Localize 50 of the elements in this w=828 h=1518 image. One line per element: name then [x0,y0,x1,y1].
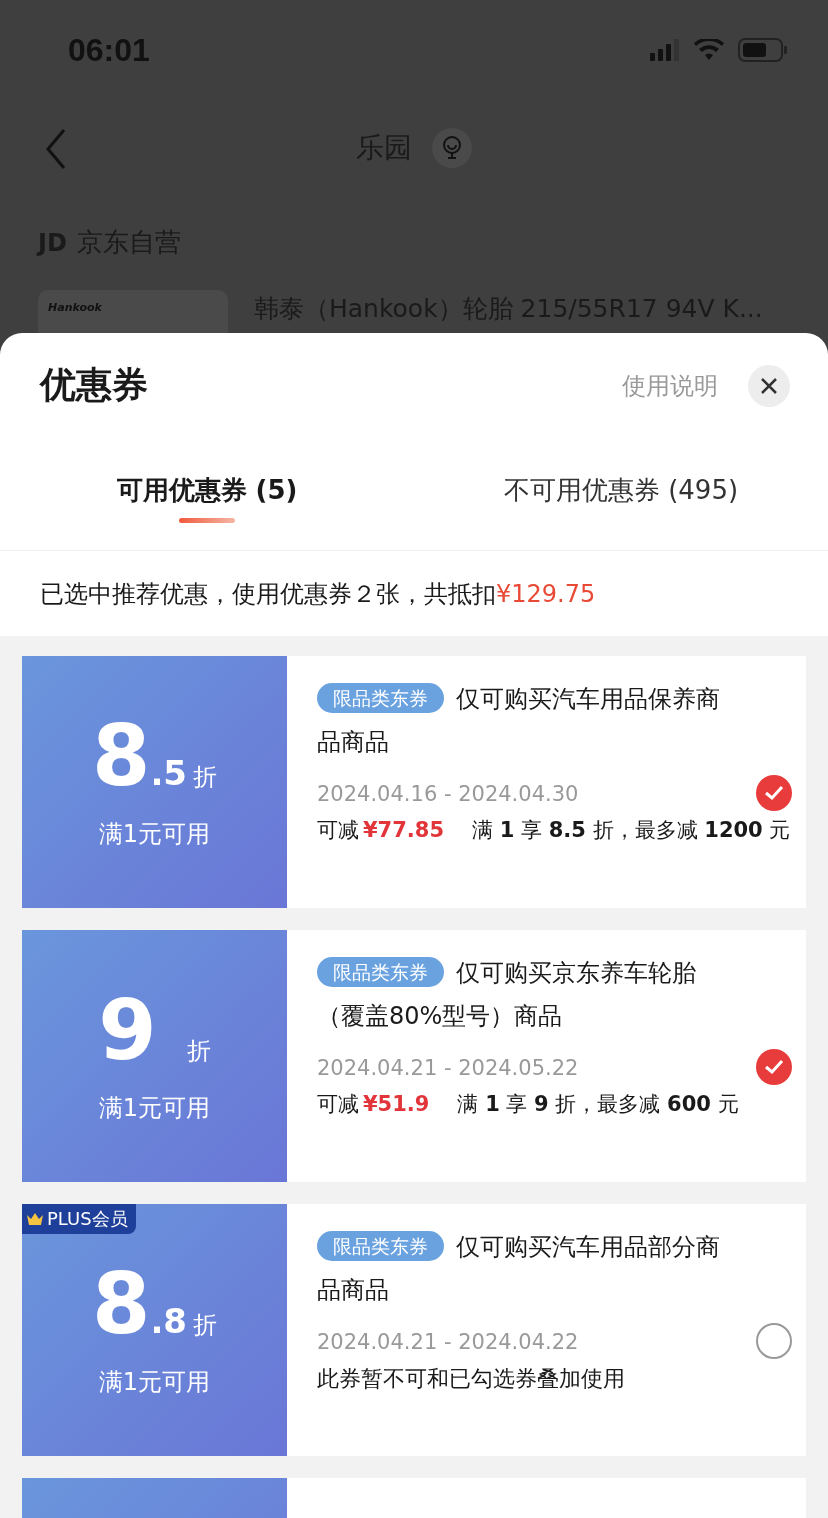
validity-dates: 2024.04.21 - 2024.05.22 [317,1056,580,1080]
category-tag: 限品类东券 [317,957,444,987]
coupon-condition: 满1元可用 [98,1093,211,1124]
coupon-card[interactable]: PLUS会员 8.8 折 满1元可用 限品类东券 仅可购买汽车用品部分商品商品 2024.04.21 - 2024.04.22 此券暂不可和已勾选券叠加使用 [22,1204,806,1456]
coupon-condition: 满1元可用 [98,819,211,850]
savings-amount: ¥51.9 [363,1092,430,1116]
validity-dates: 2024.04.21 - 2024.04.22 [317,1330,580,1354]
summary-amount: ¥129.75 [496,579,596,608]
coupon-tab[interactable]: 不可用优惠券 (495) [414,438,828,550]
coupon-condition: 满1元可用 [98,1367,211,1398]
category-tag: 限品类东券 [317,1231,444,1261]
close-button[interactable] [748,364,790,407]
discount-value: 9 [98,988,157,1072]
crown-icon [26,1212,44,1226]
coupon-card[interactable]: 9 折 满1元可用 限品类东券 仅可购买京东养车轮胎（覆盖80%型号）商品 2024.04.21 - 2024.05.22 可减 ¥51.9 满 1 享 9 折，最多减 600 元 [22,930,806,1182]
discount-value: 8 [92,1262,151,1346]
coupon-title: 限品类东券 仅可购买汽车用品部分商品商品 [317,1230,721,1306]
stacking-note: 此券暂不可和已勾选券叠加使用 [317,1365,626,1393]
summary-text: 已选中推荐优惠，使用优惠券２张，共抵扣 [40,578,496,610]
signal-icon [650,39,680,61]
coupon-title: 限品类东券 仅可购买汽车用品保养商品商品 [317,682,721,758]
discount-decimal: .5 [150,753,187,793]
badge-text: PLUS会员 [47,1207,128,1231]
check-icon [764,785,784,801]
savings-label: 可减 [317,817,359,844]
check-icon [764,1059,784,1075]
coupon-tab[interactable]: 可用优惠券 (5) [0,438,414,550]
checked-radio[interactable] [756,775,792,811]
wifi-icon [694,39,724,61]
discount-unit: 折 [193,762,217,793]
battery-icon [738,38,788,62]
coupon-title: 限品类东券 仅可购买京东养车轮胎（覆盖80%型号）商品 [317,956,697,1032]
radio-button[interactable] [756,1323,792,1359]
discount-value: 8 [92,714,151,798]
sheet-title: 优惠券 [40,363,149,407]
discount-unit: 折 [186,1036,211,1067]
checked-radio[interactable] [756,1049,792,1085]
brand-logo: Hankook [48,301,102,314]
discount-unit: 折 [193,1310,217,1341]
location-button[interactable] [432,127,472,168]
discount-rule: 满 1 享 8.5 折，最多减 1200 元 [472,817,791,844]
close-icon [760,376,778,395]
savings-amount: ¥77.85 [363,818,445,842]
validity-dates: 2024.04.16 - 2024.04.30 [317,782,580,806]
discount-decimal: .8 [150,1301,187,1341]
coupon-card[interactable]: 8.5 折 满1元可用 限品类东券 仅可购买汽车用品保养商品商品 2024.04.16 - 2024.04.30 可减 ¥77.85 满 1 享 8.5 折，最多减 1200 元 [22,656,806,908]
location-icon [442,135,462,160]
savings-label: 可减 [317,1091,359,1118]
discount-rule: 满 1 享 9 折，最多减 600 元 [457,1091,739,1118]
category-tag: 限品类东券 [317,683,444,713]
